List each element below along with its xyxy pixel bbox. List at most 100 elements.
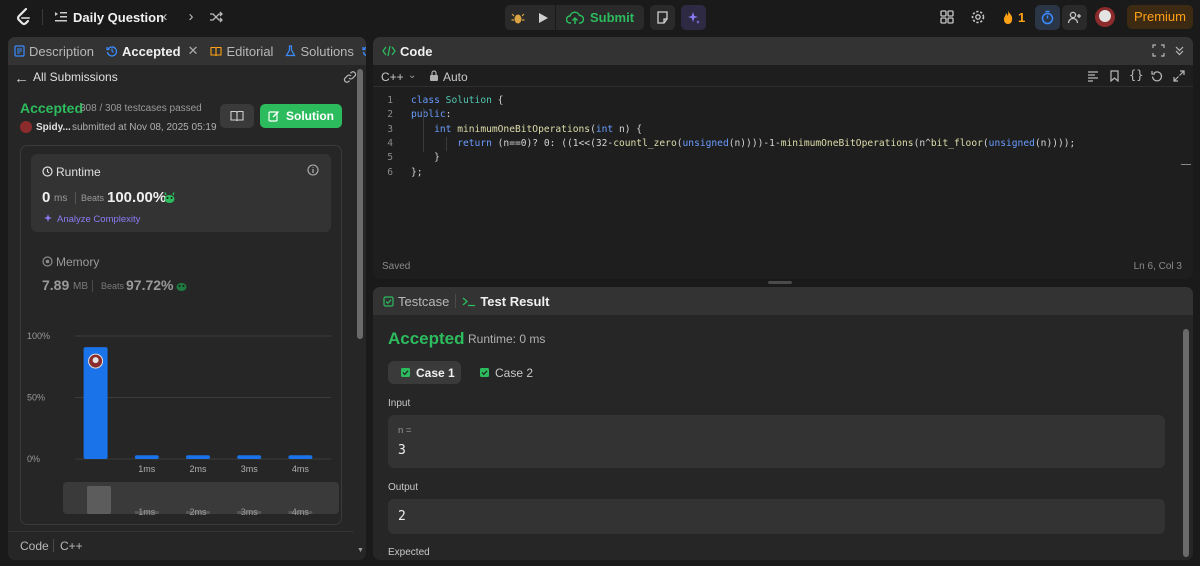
panel-resize-handle[interactable] (768, 281, 792, 284)
daily-question-title[interactable]: Daily Question (73, 10, 164, 25)
user-avatar[interactable] (1095, 7, 1115, 27)
autocomplete-mode[interactable]: Auto (443, 70, 468, 84)
test-result-panel: Testcase Test Result Accepted Runtime: 0… (373, 287, 1193, 560)
footer-sep (53, 539, 54, 552)
analyze-complexity-link[interactable]: Analyze Complexity (57, 214, 140, 225)
layout-icon[interactable] (939, 9, 955, 25)
tab-test-result[interactable]: Test Result (456, 287, 555, 315)
tab-accepted[interactable]: Accepted ✕ (100, 37, 204, 65)
result-scrollbar[interactable] (1183, 319, 1189, 557)
ai-assist-button[interactable] (681, 5, 706, 30)
tab-editorial[interactable]: Editorial (204, 37, 279, 65)
topbar-divider (42, 9, 43, 25)
memory-card[interactable]: Memory 7.89 MB Beats 97.72% (31, 246, 331, 302)
tab-editorial-label: Editorial (226, 43, 274, 59)
memory-divider (92, 280, 93, 292)
memory-unit: MB (73, 281, 88, 292)
minimap-label: 4ms (292, 507, 310, 517)
leetcode-mascot-icon (164, 192, 175, 203)
distribution-bar[interactable] (288, 455, 313, 459)
run-submit-group: Submit (505, 5, 645, 30)
left-scrollbar[interactable]: ▼ (357, 69, 364, 557)
editor-scroll-indicator[interactable] (1181, 164, 1191, 165)
settings-gear-icon[interactable] (970, 9, 986, 25)
code-editor[interactable]: 1 class Solution { 2 public: 3 int minimum… (373, 94, 1173, 184)
submit-button[interactable]: Submit (555, 5, 644, 30)
memory-label: Memory (56, 255, 100, 269)
info-icon[interactable] (307, 164, 319, 176)
streak-flame-icon[interactable] (1000, 9, 1016, 25)
next-problem-icon[interactable]: › (183, 9, 199, 25)
language-chevron-icon[interactable]: ⌄ (408, 70, 416, 81)
code-header: Code (373, 37, 1193, 65)
fullscreen-icon[interactable] (1152, 44, 1165, 57)
tab-accepted-label: Accepted (122, 43, 181, 59)
distribution-bar[interactable] (134, 455, 159, 459)
output-box[interactable]: 2 (388, 499, 1165, 534)
format-code-icon[interactable] (1087, 70, 1099, 82)
leetcode-logo-icon[interactable] (14, 7, 34, 27)
timer-button[interactable] (1035, 5, 1060, 30)
tab-description[interactable]: Description (8, 37, 100, 65)
input-box[interactable]: n = 3 (388, 415, 1165, 468)
braces-icon[interactable]: {} (1129, 68, 1143, 82)
prev-problem-icon[interactable]: ‹ (157, 9, 173, 25)
all-submissions-link[interactable]: All Submissions (33, 70, 118, 84)
reset-code-icon[interactable] (1151, 70, 1163, 82)
ai-group (681, 5, 707, 30)
history-icon (106, 46, 118, 57)
invite-button[interactable] (1062, 5, 1087, 30)
tab-solutions[interactable]: Solutions (279, 37, 359, 65)
expand-editor-icon[interactable] (1173, 70, 1185, 82)
line-number: 2 (387, 109, 393, 121)
avatar-face (92, 357, 99, 364)
tab-testcase-label: Testcase (398, 293, 450, 309)
language-select[interactable]: C++ (381, 70, 404, 84)
edit-pencil-icon (268, 111, 279, 122)
runtime-card[interactable]: Runtime 0 ms Beats 100.00% Analyze Compl… (31, 154, 331, 232)
tab-testcase[interactable]: Testcase (377, 287, 455, 315)
notes-button[interactable] (650, 5, 675, 30)
close-tab-icon[interactable]: ✕ (188, 43, 199, 59)
input-label: Input (388, 398, 411, 409)
submission-status: Accepted (20, 100, 84, 116)
result-scroll-thumb[interactable] (1183, 329, 1189, 557)
tab-test-result-label: Test Result (480, 293, 550, 309)
share-link-icon[interactable] (343, 70, 357, 84)
memory-chip-icon (42, 256, 53, 267)
debug-button[interactable] (505, 5, 530, 30)
case-1-tab[interactable]: Case 1 (388, 361, 461, 384)
bookmark-icon[interactable] (1109, 70, 1120, 82)
sparkle-icon (687, 11, 700, 24)
result-tabs: Testcase Test Result (373, 287, 1193, 315)
memory-beats-value: 97.72% (126, 277, 174, 293)
premium-button[interactable]: Premium (1127, 5, 1193, 29)
streak-count[interactable]: 1 (1018, 10, 1025, 25)
runtime-divider (75, 192, 76, 204)
distribution-bar[interactable] (237, 455, 262, 459)
case-pass-icon (480, 368, 489, 377)
cloud-upload-icon (566, 11, 584, 24)
analyze-sparkle-icon (44, 214, 52, 222)
solution-button[interactable]: Solution (260, 104, 342, 128)
tab-description-label: Description (29, 43, 95, 59)
line-number: 4 (387, 137, 393, 149)
distribution-bar[interactable] (186, 455, 210, 459)
tab-submissions-overflow[interactable] (360, 37, 366, 65)
case-pass-icon (401, 368, 410, 377)
run-button[interactable] (530, 5, 555, 30)
submitter-name[interactable]: Spidy... (36, 122, 71, 133)
left-scroll-thumb[interactable] (357, 69, 363, 339)
submitted-time: submitted at Nov 08, 2025 05:19 (72, 122, 217, 133)
case-2-tab[interactable]: Case 2 (466, 361, 539, 384)
runtime-beats-value: 100.00% (107, 189, 167, 206)
submission-panel: Description Accepted ✕ Editorial Solutio… (8, 37, 366, 560)
back-arrow-icon[interactable]: ← (14, 70, 29, 87)
note-icon (657, 11, 668, 24)
problem-list-icon[interactable] (54, 10, 68, 24)
collapse-panel-icon[interactable] (1173, 44, 1186, 57)
shuffle-icon[interactable] (209, 10, 223, 24)
scroll-down-icon[interactable]: ▼ (357, 547, 364, 554)
minimap-label: 3ms (241, 507, 259, 517)
editorial-button[interactable] (220, 104, 254, 128)
